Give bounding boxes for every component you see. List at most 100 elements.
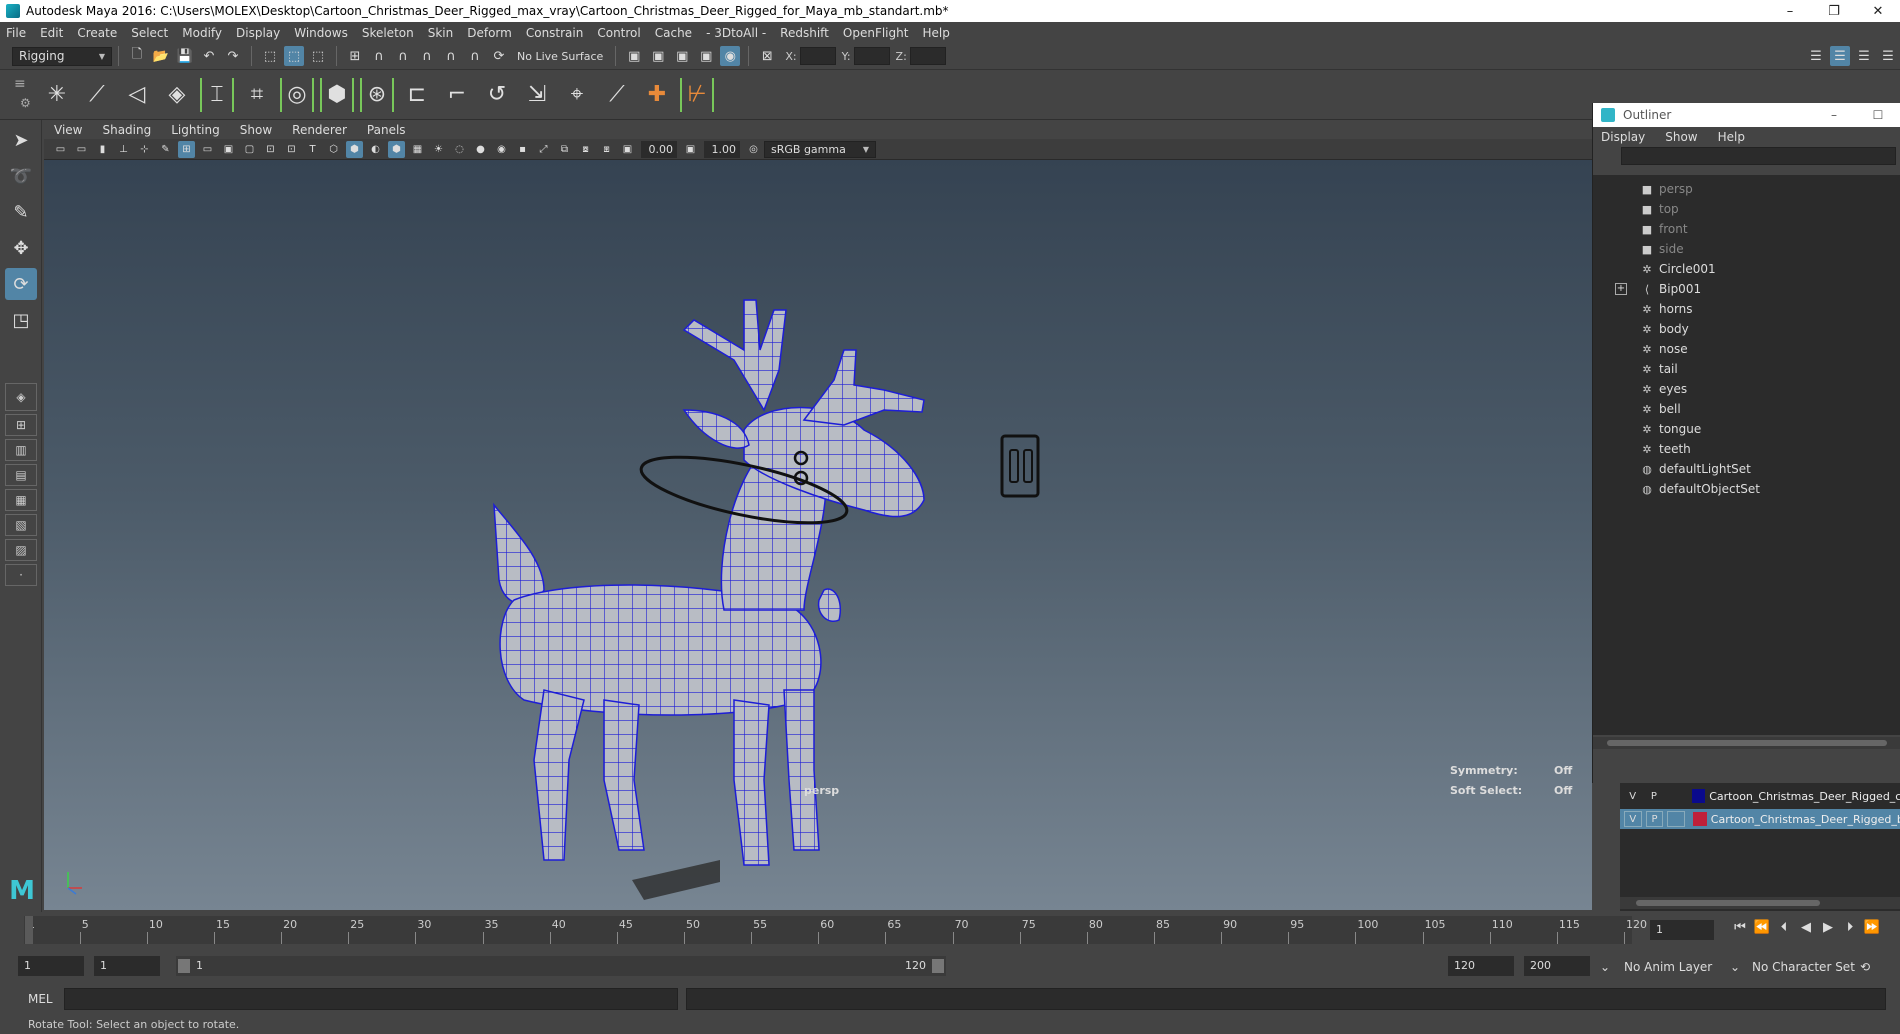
menu-cache[interactable]: Cache bbox=[655, 26, 692, 40]
smooth-shade-icon[interactable]: ⬢ bbox=[346, 140, 363, 158]
select-object-icon[interactable]: ⬚ bbox=[284, 46, 304, 66]
bookmark-icon[interactable]: ▮ bbox=[94, 141, 111, 158]
menu-modify[interactable]: Modify bbox=[182, 26, 222, 40]
ol-menu-help[interactable]: Help bbox=[1718, 130, 1745, 144]
mirror-joint-icon[interactable]: ◁ bbox=[120, 78, 154, 112]
pole-vector-icon[interactable]: ⟋ bbox=[600, 78, 634, 112]
lasso-tool-icon[interactable]: ➰ bbox=[5, 160, 37, 192]
deer-model[interactable] bbox=[493, 299, 925, 866]
command-input[interactable] bbox=[64, 988, 678, 1010]
list-item[interactable]: ✲ teeth bbox=[1593, 439, 1900, 459]
restore-button[interactable]: ❐ bbox=[1812, 4, 1856, 19]
render-view-icon[interactable]: ◉ bbox=[720, 46, 741, 66]
magnet-icon[interactable]: ∩ bbox=[465, 46, 485, 66]
rig-control-icon[interactable]: ⊬ bbox=[680, 77, 714, 112]
rotate-tool-icon[interactable]: ⟳ bbox=[5, 268, 37, 300]
image-plane-icon[interactable]: ⊥ bbox=[115, 141, 132, 158]
outliner-search-input[interactable] bbox=[1621, 147, 1896, 165]
use-all-lights-icon[interactable]: ☀ bbox=[430, 141, 447, 158]
grease-pencil-icon[interactable]: ✎ bbox=[157, 141, 174, 158]
camera-attributes-icon[interactable]: ▭ bbox=[73, 141, 90, 158]
aim-constraint-icon[interactable]: ⌐ bbox=[440, 78, 474, 112]
outliner-minimize-button[interactable]: – bbox=[1812, 108, 1856, 122]
gamma-icon[interactable]: ▣ bbox=[682, 141, 699, 158]
layers-hscrollbar[interactable] bbox=[1620, 897, 1900, 909]
joint-tool-icon[interactable]: ✳ bbox=[40, 78, 74, 112]
lattice-icon[interactable]: ⬢ bbox=[320, 77, 354, 112]
chevron-down-icon[interactable]: ⌄ bbox=[1600, 960, 1610, 974]
list-item[interactable]: ✲ Circle001 bbox=[1593, 259, 1900, 279]
xray-icon[interactable]: ⧉ bbox=[556, 141, 573, 158]
isolate-select-icon[interactable]: ⤢ bbox=[535, 141, 552, 158]
list-item[interactable]: ✲ body bbox=[1593, 319, 1900, 339]
scroll-thumb[interactable] bbox=[1636, 900, 1820, 906]
list-item[interactable]: ✲ horns bbox=[1593, 299, 1900, 319]
menu-constrain[interactable]: Constrain bbox=[526, 26, 584, 40]
graph-layout-icon[interactable]: ▦ bbox=[5, 489, 37, 511]
bell-mesh[interactable] bbox=[817, 588, 841, 622]
select-tool-icon[interactable]: ➤ bbox=[5, 124, 37, 156]
menu-help[interactable]: Help bbox=[922, 26, 949, 40]
redo-icon[interactable]: ↷ bbox=[223, 46, 243, 66]
snap-surface-icon[interactable]: ∩ bbox=[441, 46, 461, 66]
resolution-gate-icon[interactable]: ▣ bbox=[220, 141, 237, 158]
x-field[interactable] bbox=[799, 47, 836, 65]
menu-control[interactable]: Control bbox=[597, 26, 640, 40]
scale-tool-icon[interactable]: ◳ bbox=[5, 304, 37, 336]
script-language-label[interactable]: MEL bbox=[28, 992, 53, 1006]
menu-windows[interactable]: Windows bbox=[294, 26, 348, 40]
2d-pan-zoom-icon[interactable]: ⊹ bbox=[136, 141, 153, 158]
safe-action-icon[interactable]: ⊡ bbox=[283, 141, 300, 158]
open-scene-icon[interactable]: 📂 bbox=[151, 46, 171, 66]
vp-menu-panels[interactable]: Panels bbox=[367, 123, 406, 137]
channel-box-icon[interactable]: ☰ bbox=[1830, 46, 1850, 66]
render-layout-icon[interactable]: ▨ bbox=[5, 539, 37, 561]
layer-display-type[interactable] bbox=[1667, 811, 1686, 827]
current-frame-field[interactable]: 1 bbox=[1650, 920, 1714, 940]
transform-input-icon[interactable]: ⊠ bbox=[757, 46, 777, 66]
ipr-render-icon[interactable]: ▣ bbox=[648, 46, 668, 66]
close-button[interactable]: ✕ bbox=[1856, 4, 1900, 19]
move-tool-icon[interactable]: ✥ bbox=[5, 232, 37, 264]
four-pane-layout-icon[interactable]: ⊞ bbox=[5, 414, 37, 436]
step-back-frame-icon[interactable]: ⏪ bbox=[1752, 920, 1772, 940]
menu-select[interactable]: Select bbox=[131, 26, 168, 40]
step-back-key-icon[interactable]: ⏴ bbox=[1774, 920, 1794, 940]
shadows-icon[interactable]: ◌ bbox=[451, 141, 468, 158]
snap-curve-icon[interactable]: ∩ bbox=[369, 46, 389, 66]
two-pane-layout-icon[interactable]: ▥ bbox=[5, 439, 37, 461]
hypershade-layout-icon[interactable]: ▧ bbox=[5, 514, 37, 536]
layer-row[interactable]: V P Cartoon_Christmas_Deer_Rigged_co bbox=[1620, 786, 1900, 806]
list-item[interactable]: ■ persp bbox=[1593, 179, 1900, 199]
start-time-field[interactable]: 1 bbox=[18, 956, 84, 976]
menu-edit[interactable]: Edit bbox=[40, 26, 63, 40]
snap-point-icon[interactable]: ∩ bbox=[393, 46, 413, 66]
playback-start-field[interactable]: 1 bbox=[94, 956, 160, 976]
render-settings-icon[interactable]: ▣ bbox=[672, 46, 692, 66]
step-forward-frame-icon[interactable]: ⏩ bbox=[1862, 920, 1882, 940]
multisample-icon[interactable]: ▪ bbox=[514, 141, 531, 158]
new-scene-icon[interactable]: 🗋 bbox=[127, 46, 147, 66]
motion-blur-icon[interactable]: ◉ bbox=[493, 141, 510, 158]
xray-joints-icon[interactable]: ⧇ bbox=[577, 141, 594, 158]
list-item[interactable]: ✲ tail bbox=[1593, 359, 1900, 379]
range-slider[interactable]: 1 120 bbox=[176, 956, 946, 976]
orient-joint-icon[interactable]: ◈ bbox=[160, 78, 194, 112]
layer-display-type[interactable] bbox=[1667, 788, 1684, 804]
vp-menu-show[interactable]: Show bbox=[240, 123, 272, 137]
outliner-layout-icon[interactable]: ▤ bbox=[5, 464, 37, 486]
character-set-dropdown[interactable]: No Character Set bbox=[1752, 960, 1855, 974]
tool-settings-icon[interactable]: ☰ bbox=[1854, 46, 1874, 66]
ik-handle-icon[interactable]: ⌶ bbox=[200, 77, 234, 112]
modeling-toolkit-icon[interactable]: ☰ bbox=[1878, 46, 1898, 66]
playback-end-field[interactable]: 120 bbox=[1448, 956, 1514, 976]
paint-select-icon[interactable]: ✎ bbox=[5, 196, 37, 228]
wrap-icon[interactable]: ⊛ bbox=[360, 77, 394, 112]
default-material-icon[interactable]: ◐ bbox=[367, 141, 384, 158]
list-item[interactable]: ✲ eyes bbox=[1593, 379, 1900, 399]
save-scene-icon[interactable]: 💾 bbox=[175, 46, 195, 66]
menu-openflight[interactable]: OpenFlight bbox=[843, 26, 909, 40]
parent-constraint-icon[interactable]: ⌖ bbox=[560, 78, 594, 112]
vp-menu-lighting[interactable]: Lighting bbox=[171, 123, 220, 137]
undo-icon[interactable]: ↶ bbox=[199, 46, 219, 66]
